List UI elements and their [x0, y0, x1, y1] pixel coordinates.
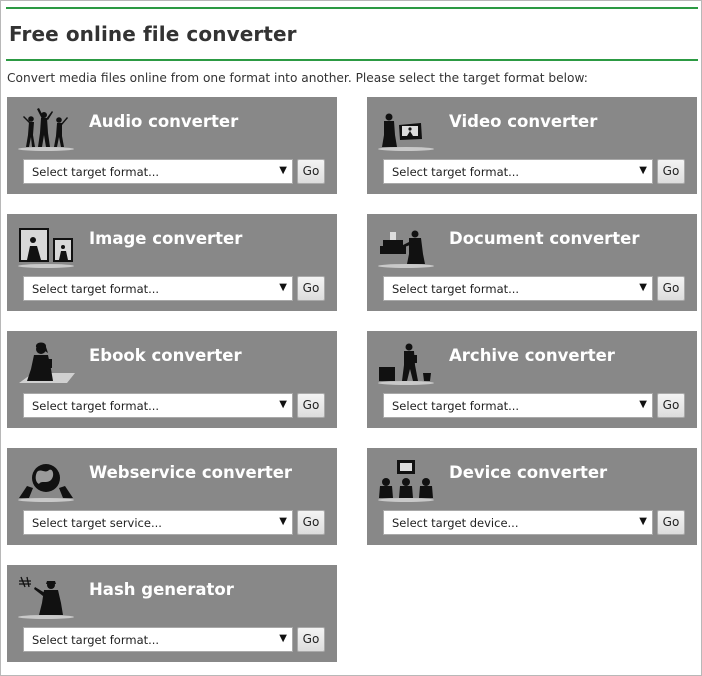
go-button-audio[interactable]: Go [297, 159, 325, 184]
card-document-converter: Document converter Select target format.… [367, 214, 697, 311]
dropdown-arrow-icon: ▼ [279, 633, 287, 644]
archive-boxes-icon [378, 343, 434, 385]
card-title-video: Video converter [449, 112, 598, 131]
hash-writer-icon [18, 576, 74, 619]
select-webservice-value: Select target service... [32, 516, 162, 530]
devices-people-icon [378, 460, 434, 502]
dropdown-arrow-icon: ▼ [279, 165, 287, 176]
card-audio-converter: Audio converter Select target format... … [7, 97, 337, 194]
ebook-reader-icon [19, 342, 75, 383]
card-title-audio: Audio converter [89, 112, 239, 131]
select-video-value: Select target format... [392, 165, 520, 179]
typewriter-icon [378, 230, 434, 268]
intro-text: Convert media files online from one form… [7, 71, 588, 85]
globe-hands-icon [18, 464, 74, 502]
go-button-image[interactable]: Go [297, 276, 325, 301]
dropdown-arrow-icon: ▼ [639, 516, 647, 527]
card-title-webservice: Webservice converter [89, 463, 293, 482]
card-image-converter: Image converter Select target format... … [7, 214, 337, 311]
card-title-device: Device converter [449, 463, 608, 482]
card-title-ebook: Ebook converter [89, 346, 242, 365]
go-button-video[interactable]: Go [657, 159, 685, 184]
go-button-ebook[interactable]: Go [297, 393, 325, 418]
select-document-format[interactable]: Select target format... ▼ [383, 276, 653, 301]
go-button-hash[interactable]: Go [297, 627, 325, 652]
go-button-device[interactable]: Go [657, 510, 685, 535]
card-webservice-converter: Webservice converter Select target servi… [7, 448, 337, 545]
card-archive-converter: Archive converter Select target format..… [367, 331, 697, 428]
dropdown-arrow-icon: ▼ [279, 282, 287, 293]
select-ebook-value: Select target format... [32, 399, 160, 413]
card-hash-generator: Hash generator Select target format... ▼… [7, 565, 337, 662]
card-title-document: Document converter [449, 229, 640, 248]
select-video-format[interactable]: Select target format... ▼ [383, 159, 653, 184]
video-viewer-icon [378, 113, 434, 151]
page-frame: Free online file converter Convert media… [0, 0, 702, 676]
dancers-icon [18, 108, 74, 151]
select-hash-value: Select target format... [32, 633, 160, 647]
select-hash-format[interactable]: Select target format... ▼ [23, 627, 293, 652]
card-title-image: Image converter [89, 229, 243, 248]
go-button-webservice[interactable]: Go [297, 510, 325, 535]
select-archive-value: Select target format... [392, 399, 520, 413]
go-button-archive[interactable]: Go [657, 393, 685, 418]
card-title-archive: Archive converter [449, 346, 615, 365]
card-ebook-converter: Ebook converter Select target format... … [7, 331, 337, 428]
card-title-hash: Hash generator [89, 580, 234, 599]
title-bar: Free online file converter [6, 7, 698, 61]
dropdown-arrow-icon: ▼ [279, 399, 287, 410]
dropdown-arrow-icon: ▼ [279, 516, 287, 527]
dropdown-arrow-icon: ▼ [639, 165, 647, 176]
card-device-converter: Device converter Select target device...… [367, 448, 697, 545]
dropdown-arrow-icon: ▼ [639, 282, 647, 293]
select-webservice-service[interactable]: Select target service... ▼ [23, 510, 293, 535]
page-title: Free online file converter [9, 22, 297, 46]
select-device-value: Select target device... [392, 516, 519, 530]
select-audio-value: Select target format... [32, 165, 160, 179]
go-button-document[interactable]: Go [657, 276, 685, 301]
select-device-target[interactable]: Select target device... ▼ [383, 510, 653, 535]
select-archive-format[interactable]: Select target format... ▼ [383, 393, 653, 418]
photo-frames-icon [18, 228, 74, 268]
card-video-converter: Video converter Select target format... … [367, 97, 697, 194]
select-audio-format[interactable]: Select target format... ▼ [23, 159, 293, 184]
select-document-value: Select target format... [392, 282, 520, 296]
select-ebook-format[interactable]: Select target format... ▼ [23, 393, 293, 418]
dropdown-arrow-icon: ▼ [639, 399, 647, 410]
select-image-format[interactable]: Select target format... ▼ [23, 276, 293, 301]
select-image-value: Select target format... [32, 282, 160, 296]
